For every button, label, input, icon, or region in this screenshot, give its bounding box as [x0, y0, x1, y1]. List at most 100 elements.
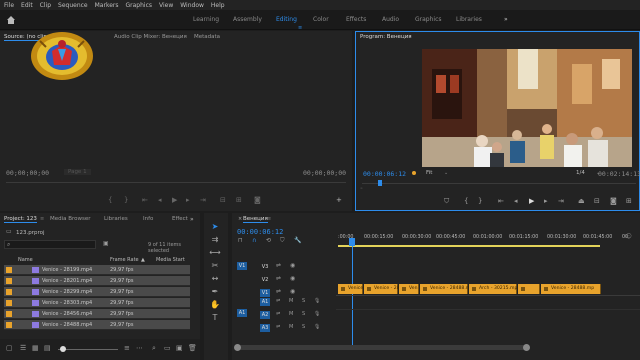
timeline-clip[interactable]: Venice - 28199	[338, 284, 382, 294]
tab-sequence[interactable]: Венеция	[243, 216, 268, 223]
eye-icon[interactable]: ◉	[290, 263, 295, 269]
find-icon[interactable]: ⌕	[152, 345, 156, 352]
time-ruler[interactable]: :00:00 00:00:15:00 00:00:30:00 00:00:45:…	[338, 231, 640, 247]
new-bin-from-search-icon[interactable]: ▣	[103, 241, 109, 247]
mark-in-icon[interactable]: {	[464, 198, 468, 205]
timeline-timecode[interactable]: 00:00:06:12	[237, 228, 283, 236]
column-media-start[interactable]: Media Start	[156, 257, 185, 263]
lock-icon[interactable]: ▢	[6, 345, 13, 352]
workspace-color[interactable]: Color	[313, 16, 329, 23]
add-marker-icon[interactable]: ⛉	[444, 198, 449, 205]
mark-in-icon[interactable]: {	[108, 197, 112, 204]
workspace-learning[interactable]: Learning	[193, 16, 219, 23]
pen-tool-icon[interactable]: ✒	[209, 287, 221, 299]
eye-icon[interactable]: ◉	[290, 276, 295, 282]
program-timecode[interactable]: 00:00:06:12	[363, 170, 406, 178]
selection-tool-icon[interactable]: ➤	[209, 222, 221, 234]
menu-window[interactable]: Window	[180, 2, 204, 9]
list-item[interactable]: Venice - 28299.mp4 29,97 fps	[4, 287, 190, 297]
icon-view-icon[interactable]: ▦	[32, 345, 39, 352]
step-forward-icon[interactable]: ▸	[544, 198, 548, 205]
go-to-in-icon[interactable]: ⇤	[142, 197, 148, 204]
extract-icon[interactable]: ⊟	[594, 198, 600, 205]
sort-arrow-icon[interactable]: ▲	[141, 257, 145, 263]
add-marker-icon[interactable]: ⛉	[280, 238, 285, 244]
program-scrubber[interactable]	[362, 183, 636, 184]
add-button-icon[interactable]: +	[336, 197, 342, 204]
zoom-slider-handle[interactable]	[60, 346, 66, 352]
mute-button[interactable]: M	[289, 298, 293, 304]
sort-icons-icon[interactable]: ≡	[124, 345, 130, 352]
timeline-clip[interactable]: Arch - 30215.mp4	[469, 284, 520, 294]
type-tool-icon[interactable]: T	[209, 313, 221, 325]
workspace-libraries[interactable]: Libraries	[456, 16, 482, 23]
list-view-icon[interactable]: ☰	[20, 345, 26, 352]
playhead-handle[interactable]	[349, 238, 355, 246]
play-icon[interactable]: ▶	[529, 198, 534, 205]
menu-graphics[interactable]: Graphics	[126, 2, 153, 9]
hand-tool-icon[interactable]: ✋	[209, 300, 221, 312]
workspace-audio[interactable]: Audio	[382, 16, 399, 23]
tab-media-browser[interactable]: Media Browser	[50, 216, 91, 222]
fit-dropdown-icon[interactable]: ⌄	[444, 170, 448, 176]
step-back-icon[interactable]: ◂	[158, 197, 162, 204]
menu-edit[interactable]: Edit	[21, 2, 33, 9]
project-search-input[interactable]: ⌕	[4, 240, 96, 249]
close-sequence-icon[interactable]: ×	[238, 216, 242, 222]
resolution-select[interactable]: 1/4	[576, 170, 585, 176]
microphone-icon[interactable]: 🎙	[314, 298, 320, 304]
play-icon[interactable]: ▶	[172, 197, 177, 204]
go-to-out-icon[interactable]: ⇥	[200, 197, 206, 204]
clear-icon[interactable]: 🗑	[188, 345, 197, 352]
razor-tool-icon[interactable]: ✂	[209, 261, 221, 273]
track-label[interactable]: V1	[260, 289, 270, 297]
sync-lock-icon[interactable]: ⇌	[276, 263, 281, 269]
list-item[interactable]: Venice - 28199.mp4 29,97 fps	[4, 265, 190, 275]
tab-audio-clip-mixer[interactable]: Audio Clip Mixer: Венеция	[114, 34, 187, 40]
zoom-slider[interactable]	[58, 349, 118, 350]
snap-icon[interactable]: ∩	[252, 238, 256, 244]
mute-button[interactable]: M	[289, 311, 293, 317]
workspace-graphics[interactable]: Graphics	[415, 16, 442, 23]
new-bin-icon[interactable]: ▭	[164, 345, 171, 352]
slip-tool-icon[interactable]: ↔	[209, 274, 221, 286]
track-label[interactable]: A2	[260, 311, 270, 319]
menu-help[interactable]: Help	[211, 2, 225, 9]
export-frame-icon[interactable]: ◙	[610, 198, 617, 205]
timeline-clip[interactable]: Venice - 28199	[364, 284, 408, 294]
tab-info[interactable]: Info	[143, 216, 153, 222]
go-to-out-icon[interactable]: ⇥	[558, 198, 564, 205]
freeform-view-icon[interactable]: ▤	[44, 345, 51, 352]
sync-lock-icon[interactable]: ⇌	[276, 289, 281, 295]
workspace-more-button[interactable]: »	[504, 16, 508, 23]
menu-markers[interactable]: Markers	[95, 2, 119, 9]
tab-effects[interactable]: Effect	[172, 216, 188, 222]
mark-out-icon[interactable]: }	[478, 198, 482, 205]
tab-project-menu-icon[interactable]: ≡	[40, 216, 44, 222]
workspace-editing[interactable]: Editing	[276, 16, 297, 23]
workspace-effects[interactable]: Effects	[346, 16, 366, 23]
column-name[interactable]: Name	[18, 257, 33, 263]
step-forward-icon[interactable]: ▸	[186, 197, 190, 204]
microphone-icon[interactable]: 🎙	[314, 324, 320, 330]
solo-button[interactable]: S	[302, 298, 305, 304]
button-editor-icon[interactable]: ⊞	[626, 198, 632, 205]
ripple-edit-tool-icon[interactable]: ⟷	[209, 248, 221, 260]
list-item[interactable]: Venice - 28201.mp4 29,97 fps	[4, 276, 190, 286]
linked-selection-icon[interactable]: ⟲	[266, 238, 271, 244]
list-item[interactable]: Venice - 28488.mp4 29,97 fps	[4, 320, 190, 330]
list-item[interactable]: Venice - 28456.mp4 29,97 fps	[4, 309, 190, 319]
overwrite-icon[interactable]: ⊞	[236, 197, 242, 204]
microphone-icon[interactable]: 🎙	[314, 311, 320, 317]
tab-libraries[interactable]: Libraries	[104, 216, 128, 222]
scrollbar-handle-right[interactable]	[523, 344, 530, 351]
timeline-scrollbar[interactable]	[236, 345, 528, 350]
mark-out-icon[interactable]: }	[124, 197, 128, 204]
source-patch-v1[interactable]: V1	[237, 262, 247, 270]
insert-icon[interactable]: ⊟	[220, 197, 226, 204]
sync-lock-icon[interactable]: ⇌	[276, 311, 280, 317]
home-icon[interactable]	[6, 15, 16, 25]
lift-icon[interactable]: ⏏	[578, 198, 585, 205]
tab-project[interactable]: Project: 123	[4, 216, 37, 223]
track-label[interactable]: V3	[260, 263, 270, 271]
